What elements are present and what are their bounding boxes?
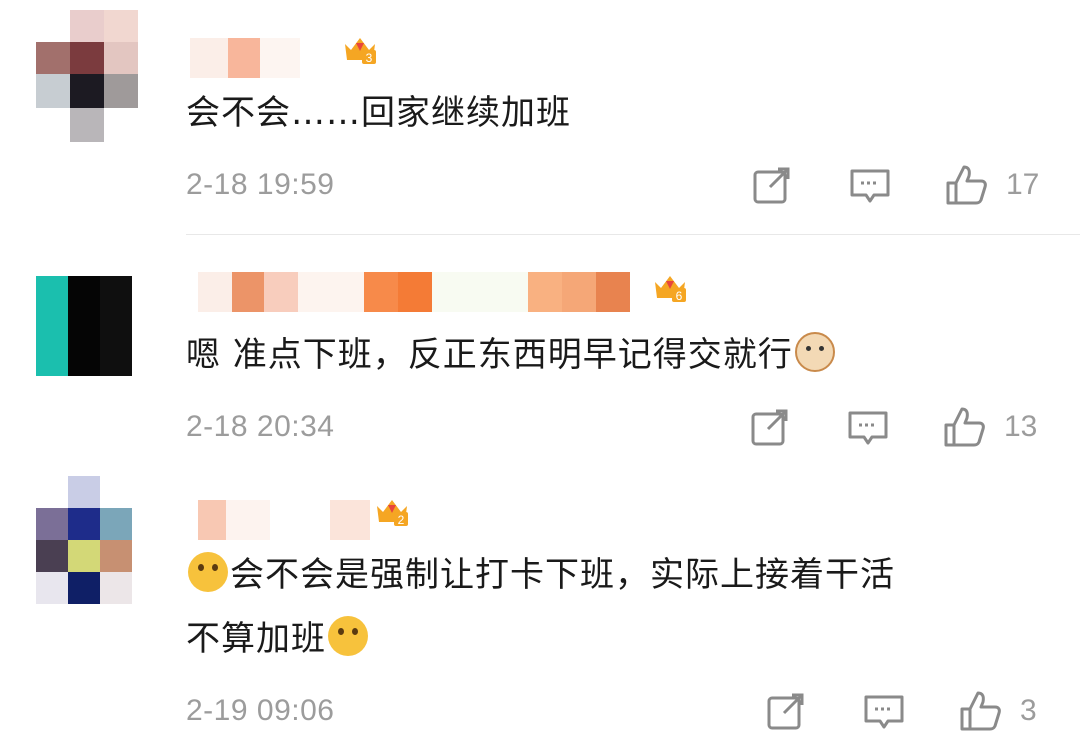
comment-text: 嗯 准点下班，反正东西明早记得交就行 [186, 330, 837, 380]
comment-text: 会不会是强制让打卡下班，实际上接着干活 [186, 550, 895, 600]
comment-icon[interactable] [848, 163, 892, 207]
share-icon[interactable] [764, 689, 808, 733]
comment-timestamp: 2-19 09:06 [186, 694, 335, 727]
username-redacted[interactable] [190, 272, 660, 312]
share-icon[interactable] [748, 405, 792, 449]
cat-face-emoji [794, 332, 835, 372]
level-crown-badge: 6 [652, 270, 688, 304]
thinking-face-emoji [188, 552, 228, 592]
thumbs-up-icon[interactable] [958, 689, 1002, 733]
comment-text-line2: 不算加班 [186, 614, 370, 664]
username-redacted[interactable] [190, 500, 370, 540]
thumbs-up-icon[interactable] [942, 405, 986, 449]
comment-timestamp: 2-18 19:59 [186, 168, 335, 201]
level-number: 6 [676, 289, 683, 303]
comment-icon[interactable] [862, 689, 906, 733]
comment-text-content: 不算加班 [186, 619, 326, 659]
level-number: 2 [398, 513, 405, 527]
comment-text-content: 嗯 准点下班，反正东西明早记得交就行 [186, 335, 793, 375]
thumbs-up-icon[interactable] [944, 163, 988, 207]
level-crown-badge: 3 [342, 32, 378, 66]
username-redacted[interactable] [190, 38, 350, 78]
level-number: 3 [366, 51, 373, 65]
divider [186, 234, 1080, 235]
thinking-face-emoji [328, 616, 368, 656]
like-count: 17 [1006, 168, 1040, 201]
avatar[interactable] [36, 276, 132, 376]
comment-timestamp: 2-18 20:34 [186, 410, 335, 443]
comment-text: 会不会……回家继续加班 [186, 93, 571, 133]
comment-icon[interactable] [846, 405, 890, 449]
like-count: 3 [1020, 694, 1037, 727]
comment-text-content: 会不会是强制让打卡下班，实际上接着干活 [230, 555, 895, 595]
avatar[interactable] [36, 476, 132, 604]
like-count: 13 [1004, 410, 1038, 443]
avatar[interactable] [36, 10, 138, 142]
level-crown-badge: 2 [374, 494, 410, 528]
share-icon[interactable] [750, 163, 794, 207]
